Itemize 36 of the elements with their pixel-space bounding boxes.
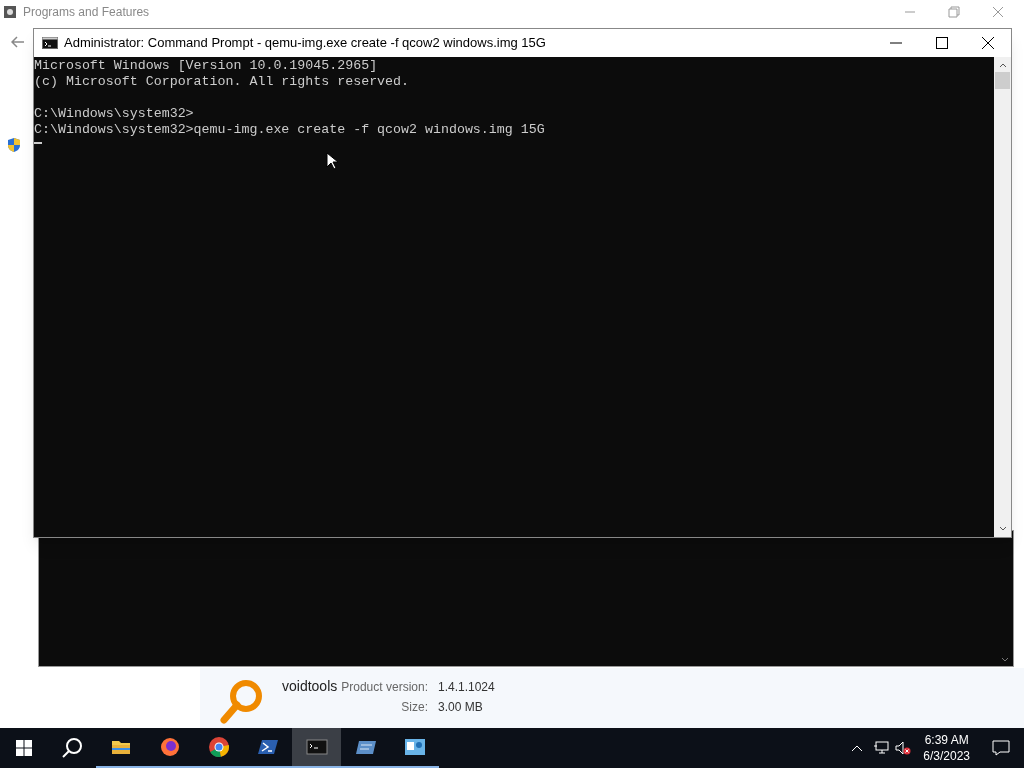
scrollbar[interactable] — [994, 57, 1011, 537]
window-title: Programs and Features — [23, 4, 150, 21]
browser-icon — [158, 736, 181, 758]
console-icon — [305, 736, 328, 758]
mouse-pointer-icon — [326, 152, 338, 170]
scroll-down-icon[interactable] — [998, 526, 1007, 532]
console-icon — [42, 37, 58, 49]
scroll-down-icon[interactable] — [1001, 657, 1009, 663]
network-icon[interactable] — [873, 741, 890, 755]
console-line: Microsoft Windows [Version 10.0.19045.2965] — [34, 58, 379, 74]
maximize-icon[interactable] — [936, 37, 948, 49]
text-cursor — [34, 142, 42, 144]
field-label: Product version: — [341, 679, 428, 696]
shield-icon — [7, 137, 21, 153]
field-value: 1.4.1.1024 — [438, 679, 495, 696]
search-icon[interactable] — [61, 737, 83, 759]
taskbar-app-button[interactable] — [292, 728, 341, 768]
control-panel-icon — [3, 5, 17, 19]
console-line: C:\Windows\system32> — [34, 106, 195, 122]
clock-time[interactable]: 6:39 AM — [924, 732, 969, 748]
console-line: C:\Windows\system32>qemu-img.exe create -f qcow2 windows.img 15G — [34, 122, 546, 138]
muted-speaker-icon[interactable] — [895, 741, 912, 755]
scroll-thumb[interactable] — [995, 72, 1010, 89]
console-line: (c) Microsoft Corporation. All rights reserved. — [34, 74, 411, 90]
scroll-up-icon[interactable] — [998, 62, 1007, 68]
browser-icon — [207, 736, 230, 758]
publisher-name: voidtools — [282, 677, 338, 696]
clock-date[interactable]: 6/3/2023 — [923, 748, 970, 764]
chevron-up-icon[interactable] — [851, 744, 864, 752]
back-arrow-icon[interactable] — [11, 36, 25, 48]
close-icon[interactable] — [982, 37, 994, 49]
window-title: Administrator: Command Prompt - qemu-img.exe create -f qcow2 windows.img 15G — [64, 34, 546, 53]
field-value: 3.00 MB — [438, 699, 484, 716]
start-icon[interactable] — [16, 740, 32, 756]
notification-icon[interactable] — [992, 740, 1010, 756]
field-label: Size: — [400, 699, 428, 716]
